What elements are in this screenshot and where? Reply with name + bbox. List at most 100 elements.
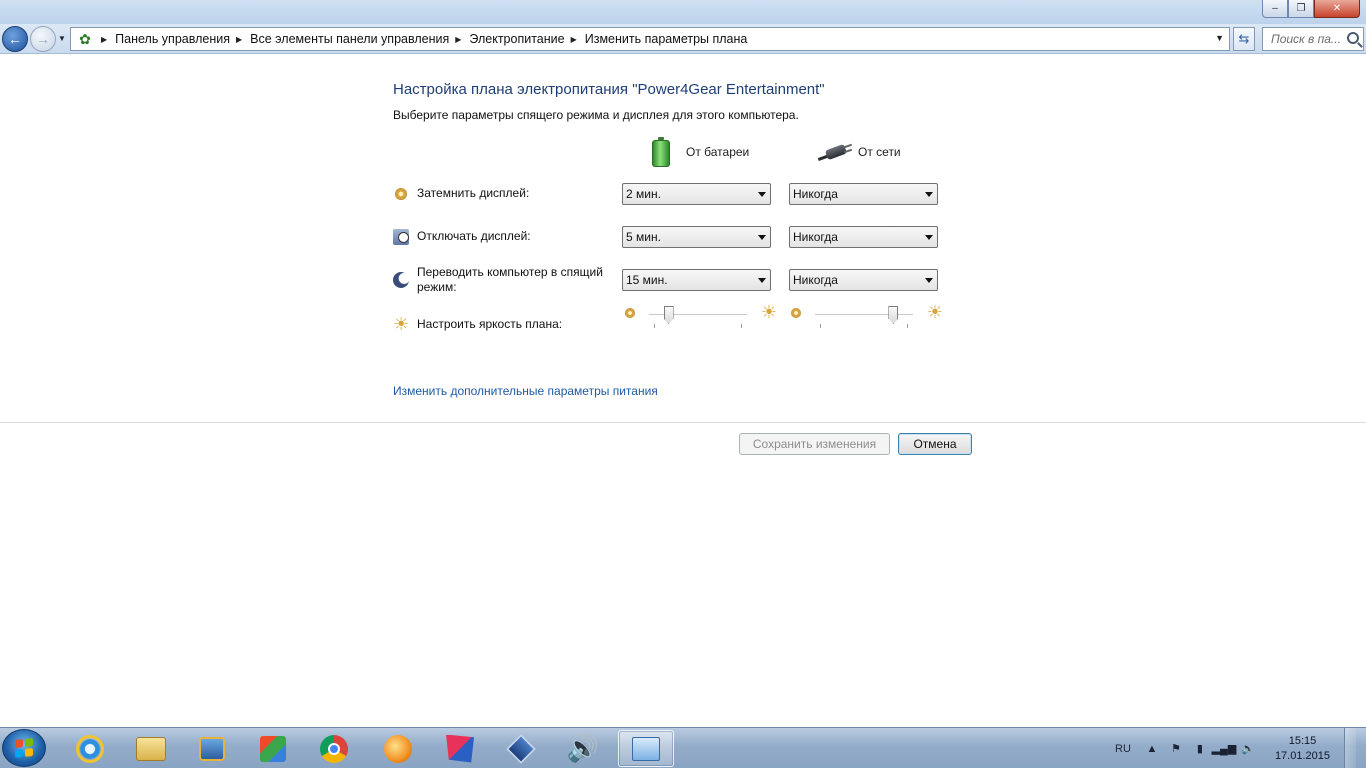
breadcrumb-control-panel[interactable]: Панель управления (115, 32, 230, 46)
turn-off-display-label: Отключать дисплей: (417, 229, 531, 243)
dim-display-label: Затемнить дисплей: (417, 186, 530, 200)
ac-column-label: От сети (858, 145, 901, 159)
slider-tick (907, 324, 908, 328)
breadcrumb-chevron-icon[interactable]: ▶ (455, 35, 461, 44)
page-subtitle: Выберите параметры спящего режима и дисп… (393, 108, 799, 122)
dropdown-arrow-icon (758, 192, 766, 197)
brightness-low-icon (791, 308, 801, 318)
brightness-battery-slider[interactable]: ☀ (625, 302, 777, 333)
taskbar: 🔊 RU ▲ ⚑ ▮ ▂▄▆ 🔈 15:15 17.01.2015 (0, 727, 1366, 768)
breadcrumb-edit-plan[interactable]: Изменить параметры плана (585, 32, 748, 46)
turn-off-display-battery-select[interactable]: 5 мин. (622, 226, 771, 248)
window-title-bar: – ❐ ✕ (0, 0, 1366, 24)
breadcrumb-chevron-icon[interactable]: ▶ (571, 35, 577, 44)
minimize-button[interactable]: – (1262, 0, 1288, 18)
slider-thumb[interactable] (663, 306, 674, 324)
media-player-icon (199, 736, 225, 761)
taskbar-internet-explorer[interactable] (62, 730, 118, 767)
save-changes-button[interactable]: Сохранить изменения (739, 433, 890, 455)
start-button[interactable] (2, 729, 46, 767)
taskbar-file-explorer[interactable] (123, 730, 179, 767)
select-value: Никогда (793, 230, 838, 244)
control-panel-icon: ✿ (79, 30, 91, 47)
power-battery-icon[interactable]: ▮ (1193, 742, 1207, 756)
advanced-power-settings-link[interactable]: Изменить дополнительные параметры питани… (393, 384, 658, 398)
breadcrumb-power-options[interactable]: Электропитание (469, 32, 564, 46)
back-button[interactable]: ← (2, 26, 28, 52)
select-value: Никогда (793, 187, 838, 201)
slider-tick (820, 324, 821, 328)
breadcrumb-all-items[interactable]: Все элементы панели управления (250, 32, 449, 46)
dropdown-arrow-icon (925, 278, 933, 283)
chrome-icon (320, 734, 348, 763)
refresh-icon: ⇆ (1238, 31, 1250, 46)
aimp-icon (384, 734, 412, 763)
search-box[interactable] (1262, 27, 1364, 51)
dropdown-arrow-icon (758, 278, 766, 283)
brightness-icon (393, 314, 411, 335)
taskbar-virtualbox[interactable] (493, 730, 549, 767)
arrow-left-icon: ← (8, 31, 22, 47)
clock[interactable]: 15:15 17.01.2015 (1275, 734, 1330, 764)
sleep-battery-select[interactable]: 15 мин. (622, 269, 771, 291)
select-value: 15 мин. (626, 273, 668, 287)
dropdown-arrow-icon (758, 235, 766, 240)
power-plug-icon (817, 141, 853, 163)
address-bar[interactable]: ✿ ▶ Панель управления ▶ Все элементы пан… (70, 27, 1230, 51)
refresh-button[interactable]: ⇆ (1233, 27, 1255, 51)
action-center-flag-icon[interactable]: ⚑ (1169, 742, 1183, 756)
language-indicator[interactable]: RU (1115, 743, 1131, 755)
taskbar-control-panel[interactable] (618, 730, 674, 767)
paint-icon (260, 735, 286, 762)
breadcrumb-chevron-icon[interactable]: ▶ (101, 35, 107, 44)
battery-column-header: От батареи (652, 137, 749, 167)
control-panel-app-icon (632, 736, 660, 761)
system-tray: RU ▲ ⚑ ▮ ▂▄▆ 🔈 15:15 17.01.2015 (1115, 728, 1356, 768)
breadcrumb-chevron-icon[interactable]: ▶ (236, 35, 242, 44)
select-value: 2 мин. (626, 187, 661, 201)
taskbar-chrome[interactable] (306, 730, 362, 767)
recent-pages-dropdown[interactable]: ▼ (58, 34, 66, 43)
taskbar-aimp[interactable] (370, 730, 426, 767)
speaker-icon: 🔊 (566, 733, 600, 763)
turn-off-display-ac-select[interactable]: Никогда (789, 226, 938, 248)
select-value: 5 мин. (626, 230, 661, 244)
search-input[interactable] (1271, 32, 1345, 46)
brightness-high-icon: ☀ (760, 302, 777, 322)
volume-icon[interactable]: 🔈 (1241, 742, 1255, 756)
dim-display-battery-select[interactable]: 2 мин. (622, 183, 771, 205)
battery-column-label: От батареи (686, 145, 750, 159)
search-icon[interactable] (1347, 32, 1359, 44)
navigation-bar: ← → ▼ ✿ ▶ Панель управления ▶ Все элемен… (0, 24, 1366, 54)
taskbar-media-player[interactable] (184, 730, 240, 767)
sleep-label: Переводить компьютер в спящий режим: (417, 265, 603, 294)
show-hidden-icons-icon[interactable]: ▲ (1145, 742, 1159, 756)
page-title: Настройка плана электропитания "Power4Ge… (393, 81, 825, 98)
taskbar-paint[interactable] (245, 730, 301, 767)
dim-display-ac-select[interactable]: Никогда (789, 183, 938, 205)
close-button[interactable]: ✕ (1314, 0, 1360, 18)
clock-time: 15:15 (1288, 734, 1317, 747)
arrow-right-icon: → (36, 31, 50, 47)
clock-date: 17.01.2015 (1274, 749, 1330, 762)
taskbar-daemon-tools[interactable] (432, 730, 488, 767)
folder-icon (136, 736, 166, 761)
brightness-ac-slider[interactable]: ☀ (791, 302, 943, 333)
virtualbox-icon (506, 733, 536, 764)
show-desktop-button[interactable] (1344, 728, 1356, 768)
slider-tick (741, 324, 742, 328)
windows-logo-icon (15, 738, 33, 758)
cancel-button[interactable]: Отмена (898, 433, 972, 455)
address-dropdown-icon[interactable]: ▼ (1215, 33, 1224, 43)
taskbar-volume[interactable]: 🔊 (555, 730, 611, 767)
internet-explorer-icon (76, 734, 104, 763)
brightness-label: Настроить яркость плана: (417, 317, 563, 331)
sleep-ac-select[interactable]: Никогда (789, 269, 938, 291)
forward-button[interactable]: → (30, 26, 56, 52)
dim-display-icon (395, 188, 407, 200)
brightness-low-icon (625, 308, 635, 318)
maximize-button[interactable]: ❐ (1288, 0, 1314, 18)
network-signal-icon[interactable]: ▂▄▆ (1212, 742, 1237, 756)
slider-thumb[interactable] (888, 306, 899, 324)
select-value: Никогда (793, 273, 838, 287)
